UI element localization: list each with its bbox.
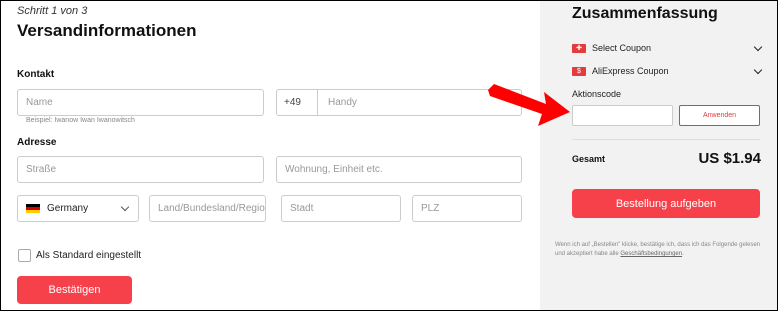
total-value: US $1.94 bbox=[698, 150, 761, 167]
name-input[interactable]: Name bbox=[17, 89, 264, 116]
street-placeholder: Straße bbox=[26, 164, 57, 175]
city-input[interactable]: Stadt bbox=[281, 195, 401, 222]
shipping-panel: Schritt 1 von 3 Versandinformationen Kon… bbox=[1, 1, 540, 310]
terms-end: . bbox=[682, 251, 684, 257]
contact-heading: Kontakt bbox=[17, 69, 55, 80]
arrow-annotation-icon bbox=[488, 84, 570, 126]
divider bbox=[572, 139, 760, 140]
chevron-down-icon bbox=[120, 202, 130, 212]
place-order-button[interactable]: Bestellung aufgeben bbox=[572, 189, 760, 218]
total-label: Gesamt bbox=[572, 154, 606, 164]
address-heading: Adresse bbox=[17, 137, 57, 148]
aliexpress-coupon-row[interactable]: $ AliExpress Coupon bbox=[572, 66, 669, 76]
chevron-down-icon[interactable] bbox=[753, 65, 763, 75]
confirm-button[interactable]: Bestätigen bbox=[17, 276, 132, 304]
zip-placeholder: PLZ bbox=[421, 203, 440, 214]
select-coupon-row[interactable]: ✚ Select Coupon bbox=[572, 43, 651, 53]
select-coupon-label: Select Coupon bbox=[592, 43, 652, 53]
apartment-input[interactable]: Wohnung, Einheit etc. bbox=[276, 156, 522, 183]
state-input[interactable]: Land/Bundesland/Regio bbox=[149, 195, 266, 222]
name-hint: Beispiel: Iwanow Iwan Iwanowitsch bbox=[26, 117, 135, 124]
default-label: Als Standard eingestellt bbox=[36, 250, 142, 261]
flag-de-icon bbox=[26, 203, 40, 214]
apartment-placeholder: Wohnung, Einheit etc. bbox=[285, 164, 383, 175]
name-placeholder: Name bbox=[26, 97, 53, 108]
phone-country-code[interactable]: +49 bbox=[277, 90, 318, 115]
country-value: Germany bbox=[47, 203, 89, 214]
country-select[interactable]: Germany bbox=[17, 195, 139, 222]
default-checkbox[interactable] bbox=[18, 249, 31, 262]
promo-code-label: Aktionscode bbox=[572, 89, 622, 99]
terms-text: Wenn ich auf „Bestellen" klicke, bestäti… bbox=[555, 241, 767, 259]
street-input[interactable]: Straße bbox=[17, 156, 264, 183]
city-placeholder: Stadt bbox=[290, 203, 314, 214]
aliexpress-coupon-label: AliExpress Coupon bbox=[592, 66, 669, 76]
zip-input[interactable]: PLZ bbox=[412, 195, 522, 222]
step-indicator: Schritt 1 von 3 bbox=[17, 5, 88, 17]
terms-link[interactable]: Geschäftsbedingungen bbox=[620, 251, 682, 257]
page-title: Versandinformationen bbox=[17, 21, 197, 40]
phone-placeholder: Handy bbox=[328, 97, 357, 108]
apply-button[interactable]: Anwenden bbox=[679, 105, 760, 126]
promo-code-input[interactable] bbox=[572, 105, 673, 126]
coupon-icon: $ bbox=[572, 66, 586, 76]
state-placeholder: Land/Bundesland/Regio bbox=[158, 203, 265, 214]
summary-panel: Zusammenfassung ✚ Select Coupon $ AliExp… bbox=[540, 1, 777, 310]
chevron-down-icon[interactable] bbox=[753, 42, 763, 52]
summary-title: Zusammenfassung bbox=[572, 5, 718, 22]
coupon-icon: ✚ bbox=[572, 43, 586, 53]
